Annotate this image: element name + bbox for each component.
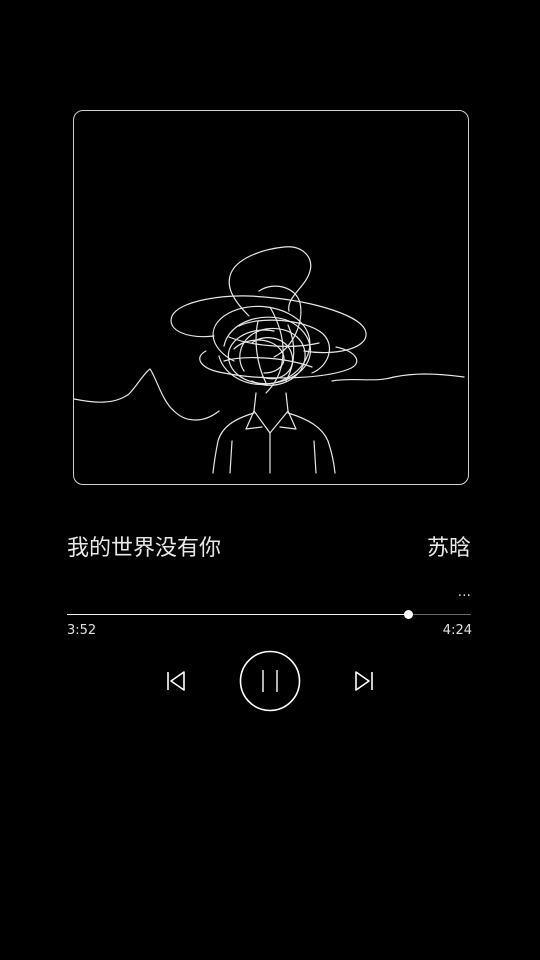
album-art bbox=[73, 110, 469, 485]
skip-next-icon bbox=[355, 671, 373, 691]
song-title: 我的世界没有你 bbox=[67, 536, 222, 561]
progress-bar[interactable] bbox=[67, 610, 471, 619]
previous-button[interactable] bbox=[160, 666, 190, 696]
artist-name[interactable]: 苏晗 bbox=[427, 534, 471, 564]
elapsed-time: 3:52 bbox=[67, 623, 97, 638]
progress-fill bbox=[67, 614, 409, 615]
progress-thumb[interactable] bbox=[404, 610, 414, 619]
more-options-button[interactable]: ... bbox=[458, 584, 471, 600]
pause-button[interactable] bbox=[239, 650, 301, 712]
scribble-head-figure-icon bbox=[74, 246, 465, 474]
pause-icon bbox=[239, 650, 301, 712]
total-time: 4:24 bbox=[442, 623, 472, 638]
skip-previous-icon bbox=[167, 671, 185, 691]
next-button[interactable] bbox=[350, 666, 380, 696]
